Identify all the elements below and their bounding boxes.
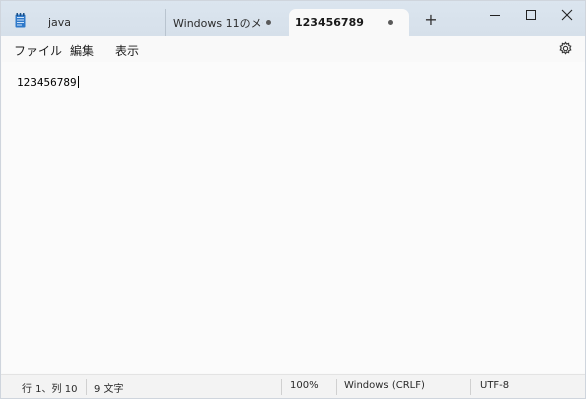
unsaved-dot-icon	[388, 20, 393, 25]
menu-bar: ファイル 編集 表示	[1, 36, 585, 62]
new-tab-button[interactable]: +	[424, 10, 438, 29]
status-encoding[interactable]: UTF-8	[480, 380, 509, 391]
gear-icon[interactable]	[558, 41, 573, 56]
maximize-icon[interactable]	[521, 7, 541, 23]
tab-label: Windows 11のメモ帳	[173, 16, 263, 30]
editor-content: 123456789	[17, 76, 79, 89]
unsaved-dot-icon	[266, 20, 271, 25]
tab-java[interactable]: java	[41, 9, 163, 36]
menu-edit[interactable]: 編集	[70, 42, 94, 59]
status-divider	[336, 379, 337, 395]
notepad-icon	[15, 13, 26, 28]
tab-label: 123456789	[295, 16, 364, 29]
minimize-icon[interactable]	[485, 7, 505, 23]
title-bar: java Windows 11のメモ帳 123456789 +	[1, 1, 585, 36]
plus-icon: +	[424, 10, 438, 29]
close-icon[interactable]	[557, 7, 577, 23]
status-char-count: 9 文字	[94, 384, 124, 395]
status-zoom[interactable]: 100%	[290, 380, 319, 391]
tab-label: java	[48, 16, 72, 29]
editor-text: 123456789	[17, 76, 77, 89]
menu-view[interactable]: 表示	[115, 42, 139, 59]
status-divider	[86, 379, 87, 395]
text-caret	[77, 76, 79, 88]
tab-123456789[interactable]: 123456789	[289, 9, 409, 36]
menu-file[interactable]: ファイル	[14, 42, 62, 59]
status-bar: 行 1、列 10 9 文字 100% Windows (CRLF) UTF-8	[1, 374, 585, 398]
notepad-window: java Windows 11のメモ帳 123456789 + ファイル 編集 …	[0, 0, 586, 399]
tab-windows11-notepad[interactable]: Windows 11のメモ帳	[165, 9, 287, 36]
text-editor[interactable]: 123456789	[2, 62, 585, 373]
status-divider	[281, 379, 282, 395]
status-divider	[470, 379, 471, 395]
status-line-ending[interactable]: Windows (CRLF)	[344, 380, 425, 391]
status-cursor-position: 行 1、列 10	[22, 384, 78, 395]
